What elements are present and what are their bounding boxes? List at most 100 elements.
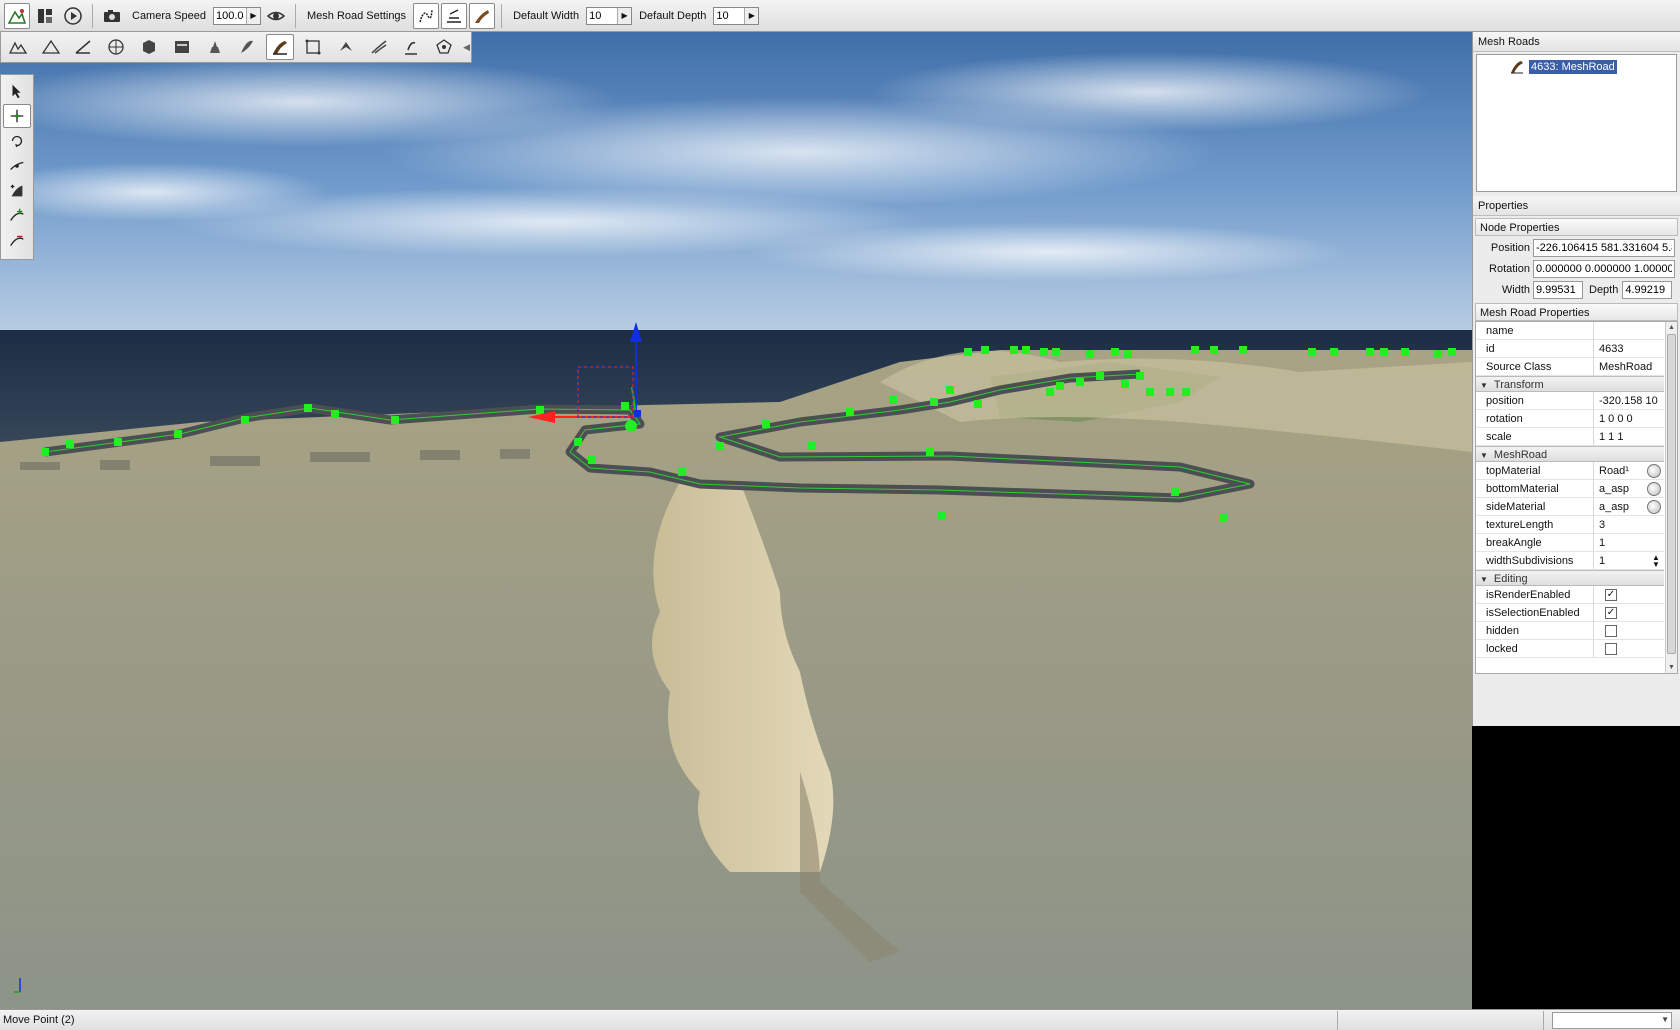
road-node-marker[interactable]	[1166, 388, 1174, 396]
road-node-marker[interactable]	[1136, 372, 1144, 380]
road-node-marker[interactable]	[331, 410, 339, 418]
road-node-marker[interactable]	[1124, 350, 1132, 358]
checkbox-checked[interactable]: ✓	[1605, 588, 1617, 601]
road-node-marker[interactable]	[1448, 348, 1456, 356]
insert-point-icon[interactable]	[3, 204, 31, 228]
status-combo[interactable]: ▼	[1552, 1011, 1672, 1029]
checkbox-unchecked[interactable]	[1605, 624, 1617, 637]
road-node-marker[interactable]	[1191, 346, 1199, 354]
camera-speed-input[interactable]	[214, 7, 246, 24]
road-node-marker[interactable]	[1219, 514, 1227, 522]
road-node-marker[interactable]	[930, 398, 938, 406]
play-icon[interactable]	[60, 3, 86, 29]
road-node-marker[interactable]	[1086, 350, 1094, 358]
tree-item-mesh-road[interactable]: 4633: MeshRoad	[1509, 59, 1617, 75]
road-node-marker[interactable]	[1040, 348, 1048, 356]
road-node-marker[interactable]	[1401, 348, 1409, 356]
road-node-marker[interactable]	[1146, 388, 1154, 396]
visibility-eye-icon[interactable]	[263, 3, 289, 29]
road-node-marker[interactable]	[574, 438, 582, 446]
world-editor-icon[interactable]	[4, 2, 30, 29]
road-node-marker[interactable]	[981, 346, 989, 354]
camera-speed-arrow-icon[interactable]: ▶	[246, 7, 260, 24]
default-depth-arrow-icon[interactable]: ▶	[744, 7, 759, 24]
scene-viewport[interactable]	[0, 32, 1472, 1009]
add-road-icon[interactable]	[3, 179, 31, 203]
road-node-marker[interactable]	[1366, 348, 1374, 356]
default-depth-input[interactable]	[714, 7, 745, 24]
road-node-marker[interactable]	[762, 420, 770, 428]
show-road-texture-icon[interactable]	[469, 2, 496, 29]
show-spline-icon[interactable]	[413, 2, 440, 29]
road-node-marker[interactable]	[41, 448, 49, 456]
road-node-marker[interactable]	[1096, 372, 1104, 380]
material-editor-icon[interactable]	[70, 34, 98, 60]
scroll-up-icon[interactable]: ▲	[1666, 322, 1677, 333]
field-value[interactable]: 1	[1599, 552, 1605, 570]
terrain-scene[interactable]	[0, 32, 1472, 1009]
road-node-marker[interactable]	[588, 456, 596, 464]
road-node-marker[interactable]	[964, 348, 972, 356]
default-width-arrow-icon[interactable]: ▶	[617, 7, 632, 24]
default-width-input[interactable]	[587, 7, 618, 24]
road-node-marker[interactable]	[1046, 388, 1054, 396]
node-rotation-input[interactable]	[1533, 259, 1675, 278]
field-value[interactable]: 1 0 0 0	[1594, 410, 1664, 428]
road-node-marker[interactable]	[174, 430, 182, 438]
river-editor-icon[interactable]	[332, 34, 360, 60]
node-depth-input[interactable]	[1622, 280, 1673, 299]
material-browse-icon[interactable]	[1647, 463, 1661, 478]
road-node-marker[interactable]	[938, 512, 946, 520]
scroll-thumb[interactable]	[1667, 334, 1676, 654]
road-node-marker[interactable]	[1210, 346, 1218, 354]
road-node-marker[interactable]	[1111, 348, 1119, 356]
field-value[interactable]: Road¹	[1599, 462, 1629, 480]
road-node-marker[interactable]	[1076, 378, 1084, 386]
default-width-field[interactable]: ▶	[586, 6, 633, 25]
select-arrow-icon[interactable]	[3, 79, 31, 103]
field-value[interactable]: a_asp	[1599, 480, 1629, 498]
chevron-down-icon[interactable]: ▼	[1661, 1015, 1669, 1024]
sketch-tool-icon[interactable]	[102, 34, 130, 60]
spinner-icon[interactable]: ▲ ▼	[1651, 553, 1661, 568]
road-node-marker[interactable]	[678, 468, 686, 476]
material-browse-icon[interactable]	[1647, 499, 1661, 514]
road-node-marker[interactable]	[889, 396, 897, 404]
shape-editor-icon[interactable]	[398, 34, 426, 60]
remove-point-icon[interactable]	[3, 229, 31, 253]
road-editor-icon[interactable]	[365, 34, 393, 60]
scroll-down-icon[interactable]: ▼	[1666, 662, 1677, 673]
rotate-point-icon[interactable]	[3, 129, 31, 153]
road-node-marker[interactable]	[946, 386, 954, 394]
default-depth-field[interactable]: ▶	[713, 6, 760, 25]
road-node-marker[interactable]	[1380, 348, 1388, 356]
particle-editor-icon[interactable]	[299, 34, 327, 60]
node-position-input[interactable]	[1533, 238, 1675, 257]
convex-editor-icon[interactable]	[135, 34, 163, 60]
inspector-scrollbar[interactable]: ▲ ▼	[1665, 322, 1677, 673]
field-value[interactable]: 1	[1594, 534, 1664, 552]
terrain-painter-icon[interactable]	[37, 34, 65, 60]
field-value[interactable]: 3	[1594, 516, 1664, 534]
road-node-marker[interactable]	[1052, 348, 1060, 356]
field-value[interactable]: -320.158 10	[1594, 392, 1664, 410]
road-node-marker[interactable]	[846, 408, 854, 416]
road-node-marker[interactable]	[241, 416, 249, 424]
road-node-marker[interactable]	[1330, 348, 1338, 356]
datablock-editor-icon[interactable]	[168, 34, 196, 60]
navmesh-editor-icon[interactable]	[430, 34, 458, 60]
camera-speed-field[interactable]: ▶	[213, 6, 261, 25]
road-node-marker[interactable]	[304, 404, 312, 412]
decal-editor-icon[interactable]	[201, 34, 229, 60]
road-node-marker[interactable]	[1308, 348, 1316, 356]
road-node-marker[interactable]	[716, 442, 724, 450]
show-wireframe-icon[interactable]	[441, 2, 468, 29]
road-node-marker[interactable]	[536, 406, 544, 414]
scale-point-icon[interactable]	[3, 154, 31, 178]
mesh-roads-tree[interactable]: 4633: MeshRoad	[1476, 54, 1677, 192]
node-width-input[interactable]	[1533, 280, 1583, 299]
road-node-marker[interactable]	[1056, 382, 1064, 390]
road-node-marker[interactable]	[926, 448, 934, 456]
mesh-road-editor-icon[interactable]	[266, 34, 295, 60]
field-value[interactable]	[1594, 322, 1664, 340]
